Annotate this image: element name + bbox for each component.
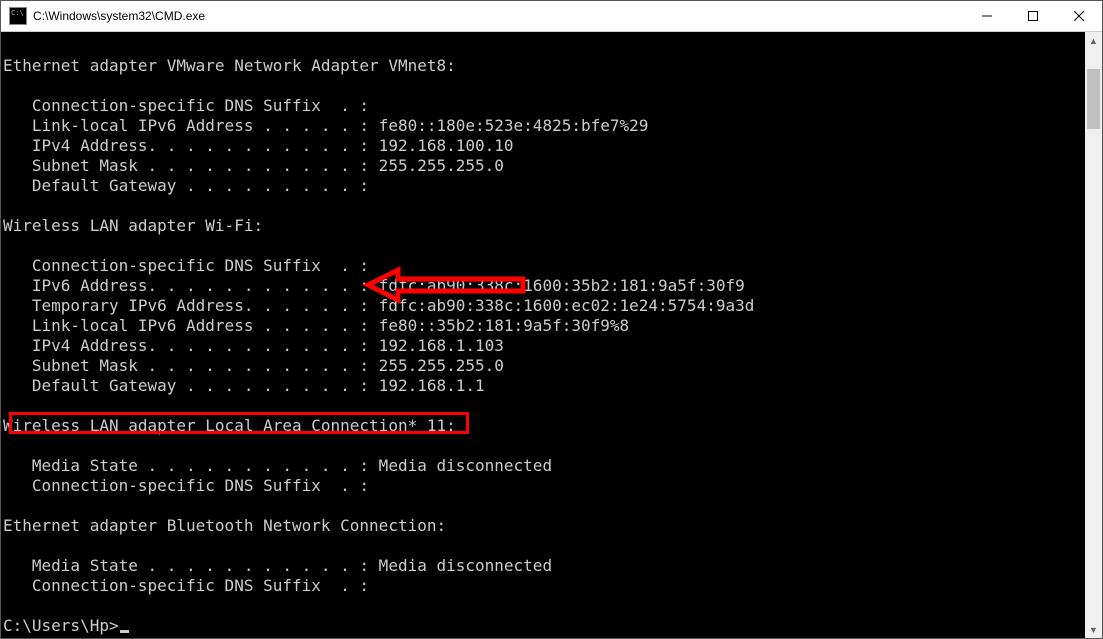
terminal-output[interactable]: Ethernet adapter VMware Network Adapter … (1, 32, 1085, 638)
scroll-down-button[interactable]: ▼ (1085, 621, 1102, 638)
window-title: C:\Windows\system32\CMD.exe (33, 9, 964, 23)
adapter-row: Link-local IPv6 Address . . . . . : fe80… (1, 316, 1085, 336)
adapter-row: Subnet Mask . . . . . . . . . . . : 255.… (1, 156, 1085, 176)
terminal-blank-line (1, 436, 1085, 456)
terminal-blank-line (1, 36, 1085, 56)
adapter-row: Subnet Mask . . . . . . . . . . . : 255.… (1, 356, 1085, 376)
adapter-row: IPv6 Address. . . . . . . . . . . : fdfc… (1, 276, 1085, 296)
adapter-row: Connection-specific DNS Suffix . : (1, 256, 1085, 276)
adapter-row: Temporary IPv6 Address. . . . . . : fdfc… (1, 296, 1085, 316)
terminal-blank-line (1, 396, 1085, 416)
prompt-text: C:\Users\Hp> (3, 616, 119, 635)
terminal-blank-line (1, 76, 1085, 96)
close-button[interactable] (1056, 1, 1102, 31)
terminal-cursor (120, 630, 129, 633)
adapter-row: IPv4 Address. . . . . . . . . . . : 192.… (1, 136, 1085, 156)
adapter-row: Connection-specific DNS Suffix . : (1, 576, 1085, 596)
terminal-blank-line (1, 496, 1085, 516)
adapter-row: Media State . . . . . . . . . . . : Medi… (1, 556, 1085, 576)
adapter-row: Link-local IPv6 Address . . . . . : fe80… (1, 116, 1085, 136)
adapter-header: Wireless LAN adapter Local Area Connecti… (1, 416, 1085, 436)
titlebar[interactable]: C:\Windows\system32\CMD.exe (1, 1, 1102, 32)
client-area: Ethernet adapter VMware Network Adapter … (1, 32, 1102, 638)
adapter-row: IPv4 Address. . . . . . . . . . . : 192.… (1, 336, 1085, 356)
terminal-blank-line (1, 596, 1085, 616)
scroll-thumb[interactable] (1087, 69, 1100, 129)
maximize-button[interactable] (1010, 1, 1056, 31)
scroll-track[interactable] (1085, 49, 1102, 621)
adapter-header: Ethernet adapter VMware Network Adapter … (1, 56, 1085, 76)
cmd-window: C:\Windows\system32\CMD.exe Ethernet ada… (0, 0, 1103, 639)
terminal-blank-line (1, 236, 1085, 256)
adapter-row: Default Gateway . . . . . . . . . : 192.… (1, 376, 1085, 396)
scroll-up-button[interactable]: ▲ (1085, 32, 1102, 49)
terminal-blank-line (1, 196, 1085, 216)
window-controls (964, 1, 1102, 31)
adapter-row: Connection-specific DNS Suffix . : (1, 476, 1085, 496)
terminal-blank-line (1, 536, 1085, 556)
adapter-row: Default Gateway . . . . . . . . . : (1, 176, 1085, 196)
vertical-scrollbar[interactable]: ▲ ▼ (1085, 32, 1102, 638)
cmd-icon (9, 7, 27, 25)
adapter-row: Media State . . . . . . . . . . . : Medi… (1, 456, 1085, 476)
minimize-button[interactable] (964, 1, 1010, 31)
adapter-row: Connection-specific DNS Suffix . : (1, 96, 1085, 116)
adapter-header: Wireless LAN adapter Wi-Fi: (1, 216, 1085, 236)
terminal-prompt[interactable]: C:\Users\Hp> (1, 616, 1085, 636)
adapter-header: Ethernet adapter Bluetooth Network Conne… (1, 516, 1085, 536)
